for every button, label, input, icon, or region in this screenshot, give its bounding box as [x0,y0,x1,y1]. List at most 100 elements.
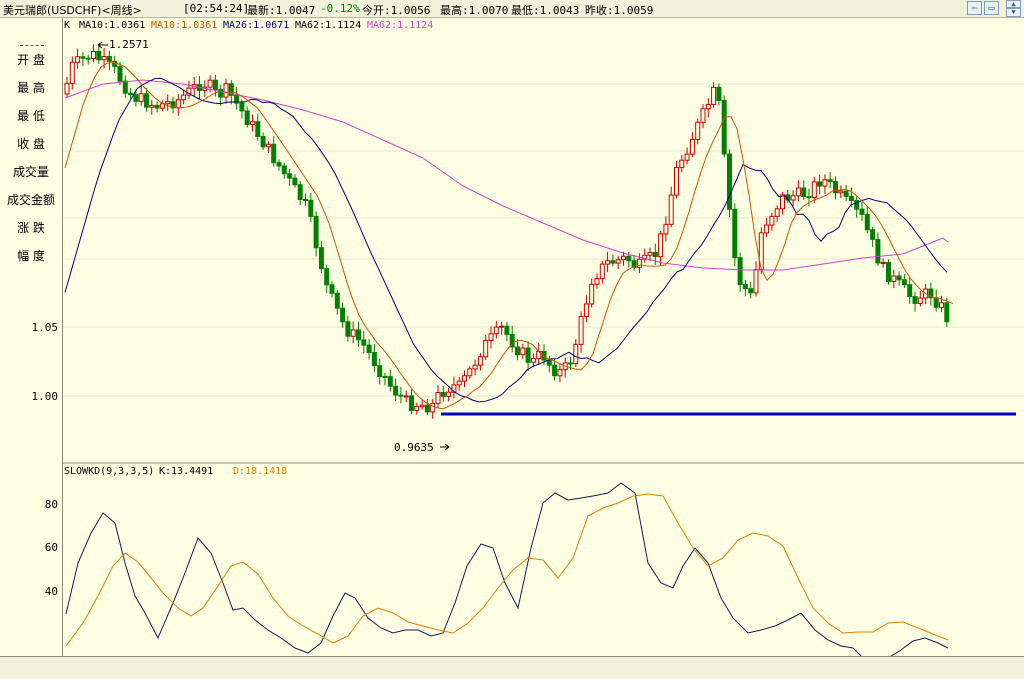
candle [223,83,229,98]
candle [181,94,187,101]
candle [165,101,171,105]
candle [822,179,828,187]
scroll-up-icon[interactable]: ▲ [1006,0,1021,8]
candle [318,247,324,270]
kd-d-value: D:18.1418 [233,466,288,477]
candle [546,359,552,366]
sidebar-item-close[interactable]: 收 盘 [0,135,62,152]
candle [525,347,531,363]
kd-name: SLOWKD(9,3,3,5) [64,466,155,477]
candle [679,159,685,169]
candle [472,364,478,370]
candle [207,79,213,88]
quote-time: [02:54:24] [183,2,250,15]
candle [599,263,605,279]
candle [801,187,807,197]
scroll-down-icon[interactable]: ▼ [1006,8,1021,17]
ma26-line [64,77,948,403]
candle [403,395,409,398]
sidebar-item-change[interactable]: 涨 跌 [0,219,62,236]
candle [864,213,870,231]
candle [255,121,261,137]
candle [727,153,732,210]
ind-ma10b: MA10:1.0361 [151,20,218,31]
sidebar-item-amount[interactable]: 成交金额 [0,191,62,208]
candle [504,325,510,335]
y-tick-100: 1.00 [31,390,59,403]
candle [732,208,738,259]
candle [742,284,748,290]
symbol-title: 美元瑞郎(USDCHF)<周线> [3,4,142,17]
candle [621,255,626,261]
candle [265,143,271,148]
candle [409,395,414,411]
candle [848,195,854,201]
candle [488,333,494,341]
candle [271,143,277,164]
candle [477,356,483,366]
candle [568,362,573,365]
candle [424,404,430,413]
candle [387,376,393,387]
candle [212,79,218,90]
candle [128,92,134,96]
candle [515,346,520,356]
candle [324,268,330,286]
y-tick-105: 1.05 [31,321,59,334]
candle [753,268,759,294]
quote-high: 最高:1.0070 [440,4,509,17]
candle [101,56,107,61]
candle [308,199,314,217]
candle [636,258,642,268]
candle [366,344,372,353]
candle [239,102,245,112]
sidebar-item-percent[interactable]: 幅 度 [0,247,62,264]
quote-change: -0.12% [320,2,360,15]
candles [64,44,950,419]
back-icon[interactable]: ⇦ [967,1,982,15]
candle [795,187,801,197]
sidebar-item-low[interactable]: 最 低 [0,107,62,124]
candle [499,325,505,328]
candle [144,93,149,108]
candle [583,303,589,318]
ma10-line [64,61,954,410]
candle [663,223,669,235]
ind-ma10a: MA10:1.0361 [79,20,146,31]
candle [483,339,489,358]
candle [737,257,743,286]
candle [870,229,876,240]
candle [334,292,340,309]
sidebar-item-volume[interactable]: 成交量 [0,163,62,180]
high-annotation: 1.2571 [109,38,149,51]
sidebar-item-high[interactable]: 最 高 [0,79,62,96]
candle [652,251,658,258]
candle [668,194,674,225]
ind-ma62b: MA62:1.1124 [367,20,434,31]
candle [350,329,356,337]
candle [106,56,112,62]
candle [944,302,950,323]
candle [371,351,377,367]
candle [939,302,944,308]
high-arrow [97,41,108,49]
candle [891,275,897,282]
sidebar-item-open[interactable]: 开 盘 [0,51,62,68]
candle [69,61,75,84]
candle [154,104,160,109]
candle [382,375,388,378]
maximize-icon[interactable]: ▭ [984,1,999,15]
kd-tick-40: 40 [44,585,58,598]
candle [281,165,287,175]
candle [520,347,526,356]
candle [377,365,383,377]
candle [276,162,282,167]
candle [149,104,155,108]
candle [700,108,706,123]
title-bar: 美元瑞郎(USDCHF)<周线> [02:54:24] 最新:1.0047 -0… [0,0,1024,18]
candle [716,86,722,101]
ind-k: K [64,20,71,31]
candle [462,375,467,382]
kd-tick-60: 60 [44,541,58,554]
candle [689,138,695,155]
